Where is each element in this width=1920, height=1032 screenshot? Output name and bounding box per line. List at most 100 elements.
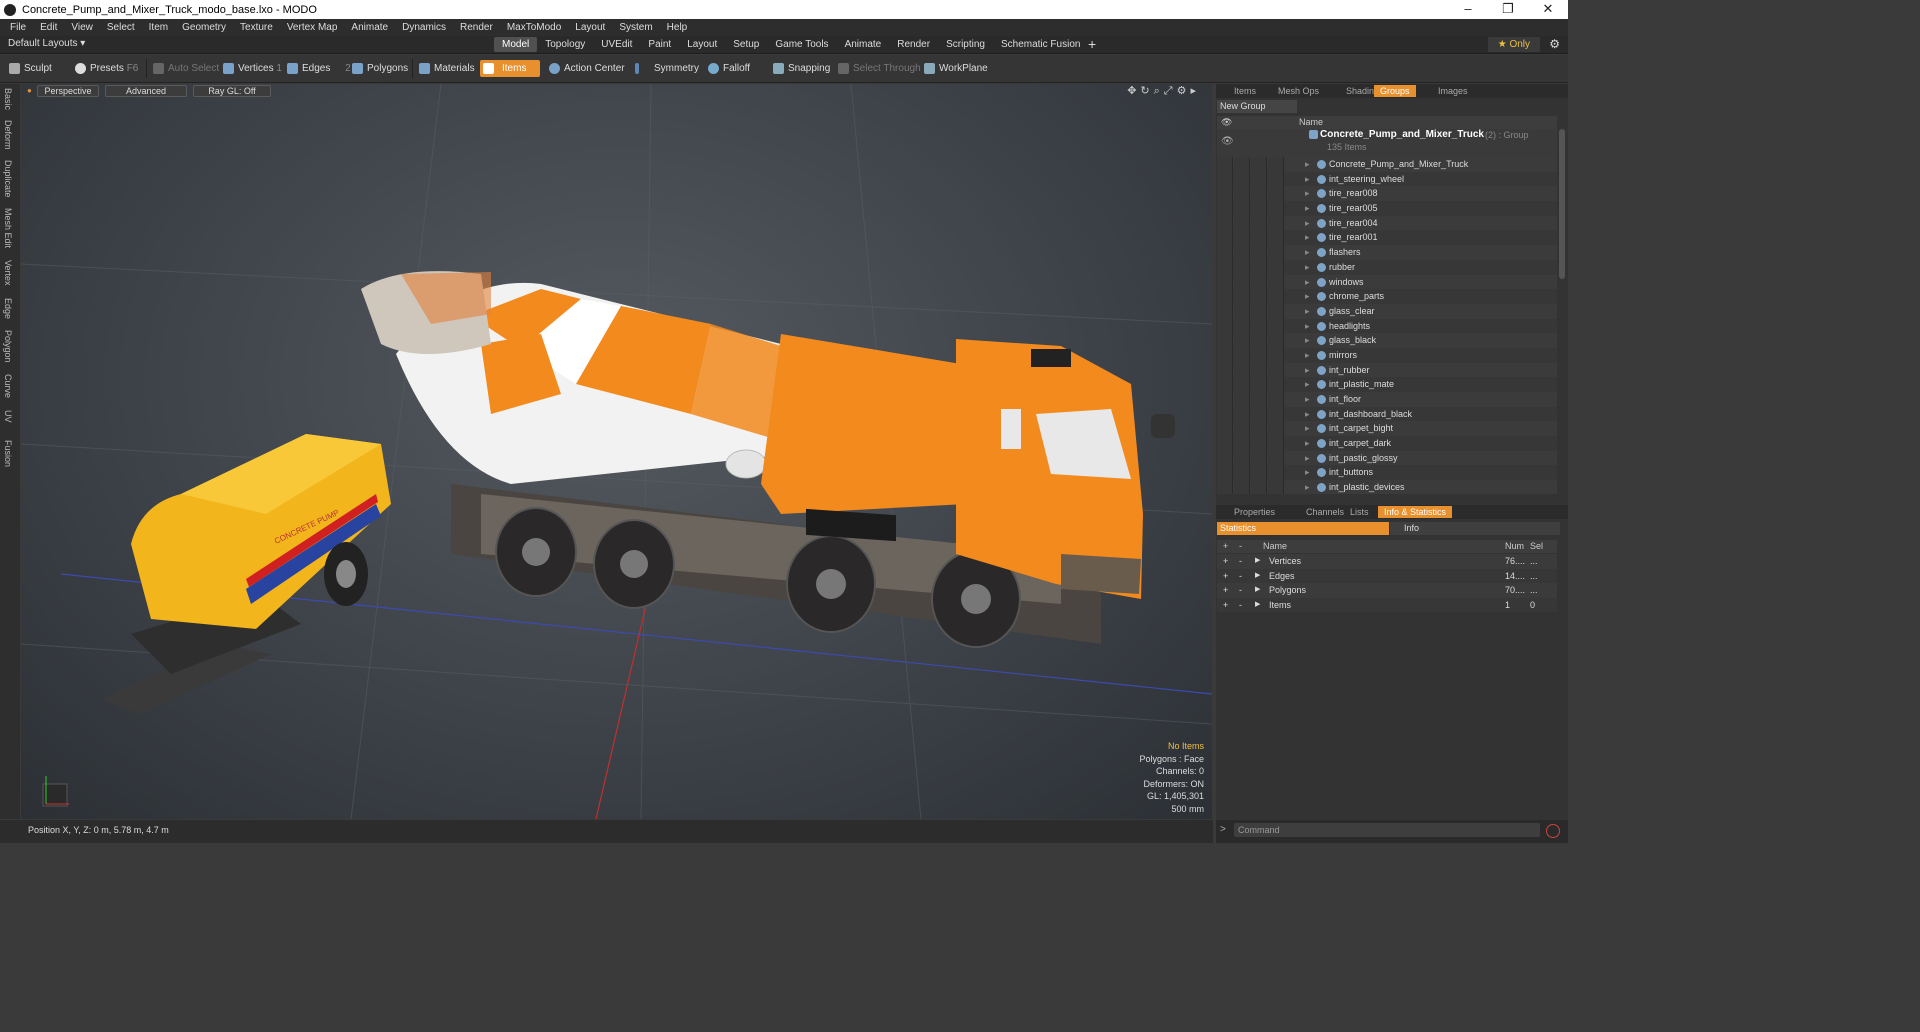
close-icon[interactable]: ✕ (1528, 0, 1568, 19)
materials-button[interactable]: Materials (416, 60, 475, 77)
row-toggle-cell[interactable] (1217, 406, 1233, 422)
row-toggle-cell[interactable] (1251, 201, 1267, 216)
add-tab-icon[interactable]: + (1088, 36, 1096, 52)
viewport-nav-icons[interactable]: ✥↻⌕⤢⚙▸ (1127, 84, 1200, 98)
expand-arrow-icon[interactable]: ▸ (1305, 451, 1310, 466)
row-toggle-cell[interactable] (1251, 392, 1267, 407)
menu-item-layout[interactable]: Layout (569, 22, 613, 33)
left-tab-vertex[interactable]: Vertex (3, 260, 13, 286)
viewport-menu-icon[interactable]: ● (27, 86, 32, 95)
menu-item-help[interactable]: Help (661, 22, 696, 33)
expand-arrow-icon[interactable]: ▸ (1305, 363, 1310, 378)
row-toggle-cell[interactable] (1268, 421, 1284, 437)
row-expand-icon[interactable]: + (1223, 569, 1228, 584)
row-toggle-cell[interactable] (1217, 333, 1233, 348)
group-item-row[interactable]: ▸ headlights (1217, 318, 1557, 334)
row-collapse-icon[interactable]: - (1239, 569, 1242, 584)
advanced-button[interactable]: Advanced (105, 85, 187, 97)
select-through-button[interactable]: Select Through (835, 60, 921, 77)
row-toggle-cell[interactable] (1234, 230, 1250, 246)
row-collapse-icon[interactable]: - (1239, 583, 1242, 598)
expand-arrow-icon[interactable]: ▸ (1305, 186, 1310, 201)
record-icon[interactable] (1546, 824, 1560, 838)
tab-uvedit[interactable]: UVEdit (593, 37, 640, 52)
row-toggle-cell[interactable] (1234, 406, 1250, 422)
panel-tab-info-statistics[interactable]: Info & Statistics (1378, 506, 1453, 518)
row-toggle-cell[interactable] (1234, 215, 1250, 231)
groups-scrollbar[interactable] (1559, 129, 1565, 279)
left-tab-polygon[interactable]: Polygon (3, 330, 13, 363)
left-tab-deform[interactable]: Deform (3, 120, 13, 150)
symmetry-button[interactable]: Symmetry (632, 60, 699, 77)
expand-arrow-icon[interactable]: ▸ (1305, 230, 1310, 245)
presets-button[interactable]: Presets F6 (72, 60, 138, 77)
tab-animate[interactable]: Animate (837, 37, 890, 52)
group-item-row[interactable]: ▸ int_steering_wheel (1217, 171, 1557, 187)
group-item-row[interactable]: ▸ int_dashboard_black (1217, 406, 1557, 422)
left-tab-edge[interactable]: Edge (3, 298, 13, 319)
menu-item-view[interactable]: View (65, 22, 101, 33)
group-item-row[interactable]: ▸ int_carpet_bight (1217, 421, 1557, 437)
menu-item-animate[interactable]: Animate (345, 22, 396, 33)
row-toggle-cell[interactable] (1234, 436, 1250, 451)
settings-gear-icon[interactable]: ⚙ (1549, 37, 1560, 51)
row-toggle-cell[interactable] (1217, 450, 1233, 466)
menu-item-texture[interactable]: Texture (234, 22, 281, 33)
group-item-row[interactable]: ▸ int_rubber (1217, 362, 1557, 378)
row-toggle-cell[interactable] (1217, 259, 1233, 275)
minimize-icon[interactable]: – (1448, 0, 1488, 19)
row-toggle-cell[interactable] (1251, 480, 1267, 494)
row-collapse-icon[interactable]: - (1239, 554, 1242, 569)
row-toggle-cell[interactable] (1217, 392, 1233, 407)
row-toggle-cell[interactable] (1234, 171, 1250, 187)
row-toggle-cell[interactable] (1234, 186, 1250, 202)
row-toggle-cell[interactable] (1268, 377, 1284, 392)
restore-icon[interactable]: ❐ (1488, 0, 1528, 19)
panel-tab-mesh-ops[interactable]: Mesh Ops (1272, 85, 1325, 97)
row-toggle-cell[interactable] (1217, 303, 1233, 319)
left-tab-uv[interactable]: UV (3, 410, 13, 423)
row-toggle-cell[interactable] (1251, 318, 1267, 334)
row-toggle-cell[interactable] (1234, 259, 1250, 275)
expand-arrow-icon[interactable]: ▸ (1305, 348, 1310, 363)
expand-arrow-icon[interactable]: ▸ (1305, 333, 1310, 348)
group-item-row[interactable]: ▸ tire_rear004 (1217, 215, 1557, 231)
expand-arrow-icon[interactable]: ▸ (1305, 275, 1310, 290)
expand-arrow-icon[interactable]: ▸ (1305, 421, 1310, 436)
menu-item-maxtomodo[interactable]: MaxToModo (501, 22, 569, 33)
row-arrow-icon[interactable]: ▶ (1255, 583, 1260, 598)
row-toggle-cell[interactable] (1217, 230, 1233, 246)
row-toggle-cell[interactable] (1234, 377, 1250, 392)
auto-select-button[interactable]: Auto Select (150, 60, 219, 77)
row-toggle-cell[interactable] (1268, 333, 1284, 348)
row-toggle-cell[interactable] (1251, 377, 1267, 392)
group-item-row[interactable]: ▸ flashers (1217, 245, 1557, 260)
row-toggle-cell[interactable] (1234, 362, 1250, 378)
expand-arrow-icon[interactable]: ▸ (1305, 245, 1310, 260)
row-arrow-icon[interactable]: ▶ (1255, 598, 1260, 613)
row-toggle-cell[interactable] (1251, 259, 1267, 275)
row-collapse-icon[interactable]: - (1239, 598, 1242, 613)
row-toggle-cell[interactable] (1217, 245, 1233, 260)
row-toggle-cell[interactable] (1251, 436, 1267, 451)
row-toggle-cell[interactable] (1251, 289, 1267, 304)
row-toggle-cell[interactable] (1251, 450, 1267, 466)
row-arrow-icon[interactable]: ▶ (1255, 569, 1260, 584)
row-toggle-cell[interactable] (1268, 186, 1284, 202)
row-toggle-cell[interactable] (1217, 274, 1233, 290)
stats-row[interactable]: + - ▶ Vertices 76....... (1217, 554, 1557, 569)
panel-tab-images[interactable]: Images (1432, 85, 1474, 97)
menu-item-render[interactable]: Render (454, 22, 501, 33)
raygl-button[interactable]: Ray GL: Off (193, 85, 271, 97)
row-toggle-cell[interactable] (1268, 318, 1284, 334)
row-toggle-cell[interactable] (1217, 201, 1233, 216)
row-toggle-cell[interactable] (1251, 230, 1267, 246)
left-tab-curve[interactable]: Curve (3, 374, 13, 398)
row-toggle-cell[interactable] (1217, 377, 1233, 392)
row-toggle-cell[interactable] (1251, 171, 1267, 187)
group-item-row[interactable]: ▸ int_pastic_glossy (1217, 450, 1557, 466)
row-toggle-cell[interactable] (1251, 362, 1267, 378)
menu-item-geometry[interactable]: Geometry (176, 22, 234, 33)
collapse-all-icon[interactable]: - (1239, 541, 1242, 551)
group-row[interactable]: 👁 Concrete_Pump_and_Mixer_Truck (2) : Gr… (1217, 129, 1557, 157)
